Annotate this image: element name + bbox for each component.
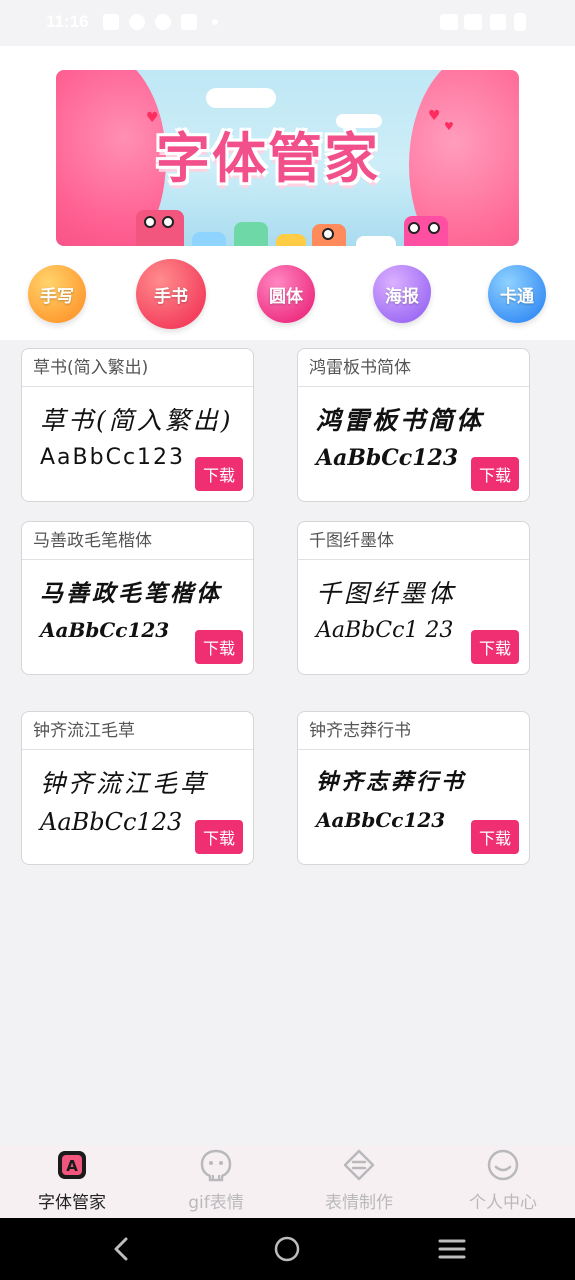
category-label: 手书 — [154, 286, 188, 307]
font-name: 千图纤墨体 — [298, 522, 529, 560]
heart-icon: ♥ — [428, 108, 441, 124]
font-name: 鸿雷板书简体 — [298, 349, 529, 387]
svg-text:A: A — [66, 1157, 78, 1175]
back-icon[interactable] — [107, 1234, 137, 1264]
font-name: 马善政毛笔楷体 — [22, 522, 253, 560]
font-preview-chinese: 鸿雷板书简体 — [316, 406, 485, 435]
home-icon[interactable] — [272, 1234, 302, 1264]
user-smile-icon — [486, 1148, 520, 1182]
emoji-face-icon — [199, 1148, 233, 1182]
diamond-edit-icon — [342, 1148, 376, 1182]
heart-icon: ♥ — [444, 120, 454, 133]
status-bar: 11:16 — [0, 0, 575, 46]
category-haibao[interactable]: 海报 — [362, 262, 442, 326]
font-card[interactable]: 千图纤墨体 千图纤墨体 AaBbCc1 23 下载 — [297, 521, 530, 675]
location-icon — [155, 14, 171, 30]
font-card[interactable]: 草书(简入繁出) 草书(简入繁出) AaBbCc123 下载 — [21, 348, 254, 502]
font-a-icon: A — [55, 1148, 89, 1182]
nav-label: 表情制作 — [325, 1193, 393, 1213]
font-preview-latin: AaBbCc1 23 — [316, 618, 454, 643]
nav-label: gif表情 — [188, 1193, 244, 1213]
banner-title: 字体管家 — [156, 127, 380, 190]
font-card[interactable]: 钟齐志莽行书 钟齐志莽行书 AaBbCc123 下载 — [297, 711, 530, 865]
status-time: 11:16 — [46, 12, 89, 31]
nav-tab-gif[interactable]: gif表情 — [156, 1146, 276, 1218]
more-notifications-icon — [212, 19, 218, 25]
vibrate-icon — [440, 14, 458, 30]
font-preview-latin: AaBbCc123 — [316, 808, 446, 832]
nav-tab-font-manager[interactable]: A 字体管家 — [12, 1146, 132, 1218]
promo-banner[interactable]: ♥ ♥ ♥ 字体管家 — [56, 70, 519, 246]
font-preview-latin: AaBbCc123 — [316, 445, 459, 471]
download-button[interactable]: 下载 — [471, 457, 519, 491]
font-card[interactable]: 鸿雷板书简体 鸿雷板书简体 AaBbCc123 下载 — [297, 348, 530, 502]
sync-icon — [129, 14, 145, 30]
font-preview-chinese: 钟齐流江毛草 — [40, 769, 209, 798]
font-preview-chinese: 马善政毛笔楷体 — [40, 580, 222, 607]
recents-menu-icon[interactable] — [437, 1234, 467, 1264]
font-preview-chinese: 钟齐志莽行书 — [316, 769, 467, 795]
battery-icon — [514, 13, 526, 31]
font-card[interactable]: 马善政毛笔楷体 马善政毛笔楷体 AaBbCc123 下载 — [21, 521, 254, 675]
bottom-nav: A 字体管家 gif表情 表情制作 个人中心 — [0, 1146, 575, 1218]
font-card[interactable]: 钟齐流江毛草 钟齐流江毛草 AaBbCc123 下载 — [21, 711, 254, 865]
nav-label: 字体管家 — [38, 1193, 106, 1213]
gallery-icon — [103, 14, 119, 30]
download-button[interactable]: 下载 — [195, 630, 243, 664]
category-label: 手写 — [40, 286, 74, 307]
font-preview-latin: AaBbCc123 — [40, 808, 183, 836]
font-name: 草书(简入繁出) — [22, 349, 253, 387]
download-button[interactable]: 下载 — [195, 820, 243, 854]
system-nav-bar — [0, 1218, 575, 1280]
font-name: 钟齐流江毛草 — [22, 712, 253, 750]
font-preview-latin: AaBbCc123 — [40, 445, 186, 470]
nav-label: 个人中心 — [469, 1193, 537, 1213]
category-yuanti[interactable]: 圆体 — [246, 262, 326, 326]
mail-icon — [181, 14, 197, 30]
download-button[interactable]: 下载 — [471, 630, 519, 664]
banner-letters — [136, 202, 456, 246]
font-preview-latin: AaBbCc123 — [40, 618, 170, 642]
font-preview-chinese: 草书(简入繁出) — [40, 406, 234, 435]
category-katong[interactable]: 卡通 — [477, 262, 557, 326]
nav-tab-profile[interactable]: 个人中心 — [443, 1146, 563, 1218]
wifi-icon — [464, 14, 482, 30]
download-button[interactable]: 下载 — [195, 457, 243, 491]
category-label: 卡通 — [500, 286, 534, 307]
category-shouxie[interactable]: 手写 — [17, 262, 97, 326]
download-button[interactable]: 下载 — [471, 820, 519, 854]
cloud-decoration — [206, 88, 276, 108]
font-name: 钟齐志莽行书 — [298, 712, 529, 750]
category-label: 海报 — [385, 286, 419, 307]
font-preview-chinese: 千图纤墨体 — [316, 579, 457, 608]
category-label: 圆体 — [269, 286, 303, 307]
category-shoushu[interactable]: 手书 — [131, 259, 211, 329]
signal-icon — [490, 14, 506, 30]
nav-tab-sticker-make[interactable]: 表情制作 — [299, 1146, 419, 1218]
